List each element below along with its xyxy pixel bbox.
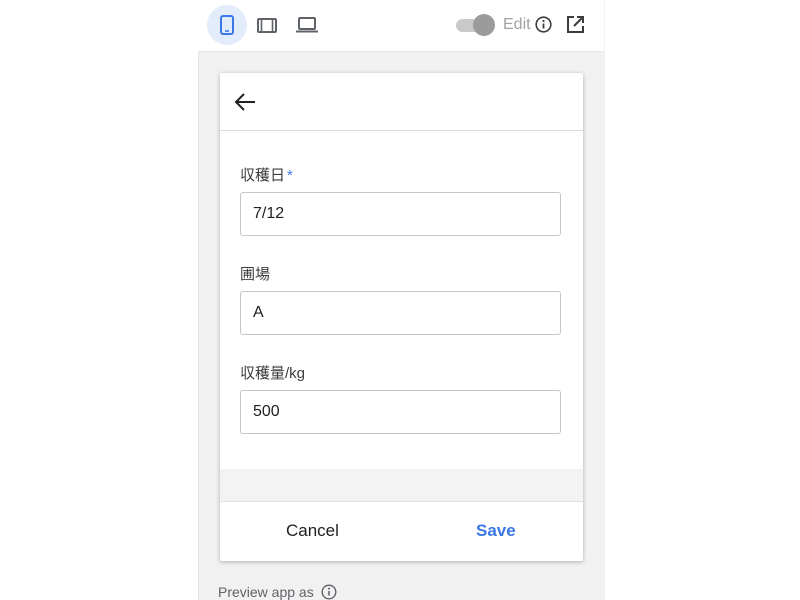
toggle-thumb bbox=[473, 14, 495, 36]
save-button[interactable]: Save bbox=[476, 521, 516, 541]
form-spacer bbox=[220, 469, 583, 501]
info-icon[interactable] bbox=[535, 16, 552, 33]
back-arrow-icon[interactable] bbox=[234, 91, 256, 113]
edit-label: Edit bbox=[503, 16, 531, 33]
phone-view-button[interactable] bbox=[207, 5, 247, 45]
cancel-button[interactable]: Cancel bbox=[286, 521, 339, 541]
tablet-icon bbox=[257, 17, 277, 33]
form-header bbox=[220, 73, 583, 131]
tablet-view-button[interactable] bbox=[247, 5, 287, 45]
edit-toggle[interactable] bbox=[456, 14, 495, 36]
harvest-amount-input[interactable] bbox=[240, 390, 561, 434]
phone-icon bbox=[220, 15, 234, 35]
field-label-field: 圃場 bbox=[240, 266, 271, 283]
open-external-icon[interactable] bbox=[566, 15, 585, 34]
field-input[interactable] bbox=[240, 291, 561, 335]
required-marker: * bbox=[287, 167, 293, 184]
laptop-icon bbox=[296, 17, 318, 33]
preview-toolbar: Edit bbox=[198, 0, 604, 52]
form-footer: Cancel Save bbox=[220, 501, 583, 561]
form-card: 収穫日* 圃場 収穫量/kg Cancel Save bbox=[220, 73, 583, 561]
field-label-harvest-date: 収穫日 * bbox=[240, 167, 293, 184]
info-icon[interactable] bbox=[321, 584, 337, 600]
preview-app-as-label: Preview app as bbox=[218, 584, 314, 600]
harvest-date-input[interactable] bbox=[240, 192, 561, 236]
desktop-view-button[interactable] bbox=[287, 5, 327, 45]
field-label-harvest-amount: 収穫量/kg bbox=[240, 365, 306, 382]
